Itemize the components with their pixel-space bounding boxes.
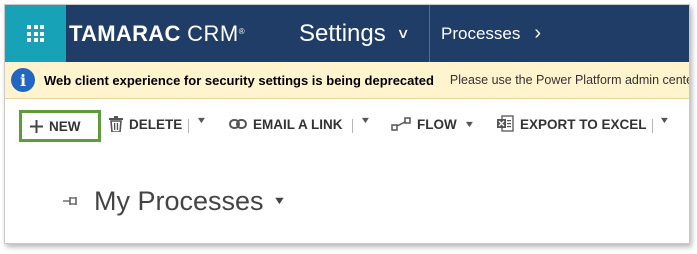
info-icon: i <box>11 68 35 92</box>
delete-more-dropdown[interactable]: ▼ <box>196 115 208 125</box>
nav-settings-label: Settings <box>299 19 386 47</box>
brand-logo[interactable]: TAMARAC CRM® <box>69 21 245 47</box>
app-launcher-icon <box>27 25 44 42</box>
app-window: TAMARAC CRM® Settings ∨ Processes › i We… <box>4 4 690 244</box>
notification-message: Please use the Power Platform admin cent… <box>449 73 690 87</box>
nav-processes-breadcrumb[interactable]: Processes › <box>431 5 571 62</box>
toolbar-divider <box>352 119 353 133</box>
deprecation-notification: i Web client experience for security set… <box>5 62 690 99</box>
delete-button-label: DELETE <box>129 116 183 132</box>
nav-processes-label: Processes <box>441 23 521 43</box>
delete-button[interactable]: DELETE <box>109 109 182 139</box>
plus-icon <box>30 119 43 133</box>
trash-icon <box>109 116 123 132</box>
chevron-down-icon: ∨ <box>396 25 410 41</box>
link-icon <box>229 119 247 129</box>
top-navigation-bar: TAMARAC CRM® Settings ∨ Processes › <box>5 5 689 62</box>
pin-icon[interactable] <box>62 193 80 209</box>
logo-light-text: CRM <box>187 21 239 46</box>
flow-icon <box>391 117 411 131</box>
new-button[interactable]: NEW <box>19 110 101 142</box>
toolbar-divider <box>188 119 189 133</box>
toolbar-divider <box>652 119 653 133</box>
nav-divider <box>429 5 430 62</box>
email-link-label: EMAIL A LINK <box>253 116 343 132</box>
email-more-dropdown[interactable]: ▼ <box>360 115 372 125</box>
command-bar: NEW DELETE ▼ EMAIL A LINK ▼ FLOW ▼ EXPOR… <box>5 99 689 145</box>
view-title: My Processes <box>94 185 264 216</box>
flow-button-label: FLOW <box>417 116 457 132</box>
chevron-right-icon: › <box>534 22 542 44</box>
logo-registered-mark: ® <box>238 27 245 36</box>
export-more-dropdown[interactable]: ▼ <box>659 115 671 125</box>
export-to-excel-label: EXPORT TO EXCEL <box>520 116 647 132</box>
chevron-down-icon: ▼ <box>271 195 287 207</box>
export-to-excel-button[interactable]: EXPORT TO EXCEL <box>496 109 647 139</box>
view-selector[interactable]: My Processes ▼ <box>62 181 287 221</box>
notification-title: Web client experience for security setti… <box>44 72 434 88</box>
flow-caret-icon: ▼ <box>463 119 476 129</box>
excel-icon <box>496 115 514 133</box>
email-link-button[interactable]: EMAIL A LINK <box>229 109 343 139</box>
flow-button[interactable]: FLOW ▼ <box>391 109 476 139</box>
app-launcher-button[interactable] <box>5 5 66 62</box>
nav-settings-menu[interactable]: Settings ∨ <box>287 5 429 62</box>
new-button-label: NEW <box>49 118 81 134</box>
logo-bold-text: TAMARAC <box>69 21 181 46</box>
